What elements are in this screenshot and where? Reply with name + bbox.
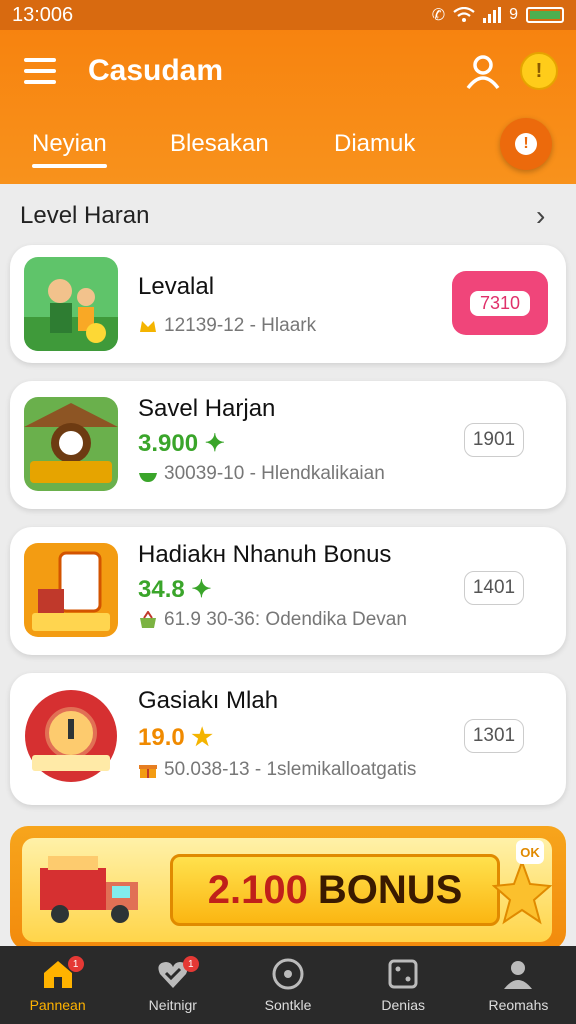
battery-icon [526,7,564,23]
nav-label: Reomahs [488,997,549,1013]
bonus-plate: 2.100 BONUS [170,854,500,926]
alert-icon: ! [515,133,537,155]
user-icon[interactable] [464,52,502,90]
card-meta-text: 61.9 30-36: Odendika Devan [164,609,407,630]
signal-icon [483,7,502,23]
card-value: 34.8 ✦ [138,575,212,604]
app-header: Casudam ! Neyian Blesakan Diamuk ! [0,30,576,184]
game-thumbnail [24,543,118,637]
card-action-button[interactable]: 7310 [452,271,548,335]
card-meta: 30039-10 - Hlendkalikaian [138,463,385,485]
nav-item-neitnigr[interactable]: 1 Neitnigr [115,946,230,1024]
bonus-amount: 2.100 [207,867,308,912]
star-icon: ★ [184,724,213,751]
status-time: 13:006 [12,3,74,26]
card-meta-text: 12139-12 - Hlaark [164,315,317,336]
card-meta-text: 50.038-13 - 1slemikalloatgatis [164,759,417,780]
nav-label: Neitnigr [148,997,197,1013]
card-title: Savel Harjan [138,395,276,422]
chevron-right-icon[interactable]: › [536,200,545,232]
card-value-text: 19.0 [138,724,185,751]
card-action-label: 7310 [469,290,531,316]
star-icon: ✦ [198,430,225,457]
list-item[interactable]: Savel Harjan 3.900 ✦ 30039-10 - Hlendkal… [10,381,566,509]
nav-label: Denias [381,997,425,1013]
card-value-text: 34.8 [138,576,185,603]
target-icon [272,958,304,990]
wifi-icon [453,7,475,22]
battery-percent: 9 [509,6,518,23]
coin-icon[interactable]: ! [520,52,558,90]
profile-icon [504,961,533,989]
notification-badge: 1 [182,956,199,972]
card-value: 3.900 ✦ [138,429,225,458]
tab-diamuk[interactable]: Diamuk [334,130,415,158]
truck-icon [40,856,138,923]
card-action-button[interactable]: 1901 [464,423,524,457]
card-value: 19.0 ★ [138,723,213,752]
gift-icon [139,765,157,778]
crown-icon [140,321,156,332]
card-title: Gasiakı Mlah [138,687,279,714]
list-item[interactable]: Gasiakı Mlah 19.0 ★ 50.038-13 - 1slemika… [10,673,566,805]
card-meta-text: 30039-10 - Hlendkalikaian [164,463,385,484]
card-meta: 50.038-13 - 1slemikalloatgatis [138,759,416,781]
game-thumbnail [24,257,118,351]
card-title: Levalal [138,273,215,300]
star-icon: ✦ [184,576,212,603]
bonus-banner[interactable]: 2.100 BONUS OK [10,826,566,950]
bonus-banner-inner: 2.100 BONUS [22,838,552,942]
game-thumbnail [25,690,117,782]
notification-badge: 1 [67,956,84,972]
bowl-icon [139,473,157,482]
card-action-button[interactable]: 1401 [464,571,524,605]
list-item[interactable]: Levalal 12139-12 - Hlaark 7310 [10,245,566,363]
card-action-button[interactable]: 1301 [464,719,524,753]
banner-close-button[interactable]: OK [516,840,544,864]
card-value-text: 3.900 [138,430,199,457]
star-icon [492,860,552,925]
nav-label: Pannean [29,997,86,1013]
nav-item-reomahs[interactable]: Reomahs [461,946,576,1024]
card-meta: 61.9 30-36: Odendika Devan [138,609,407,631]
tab-blesakan[interactable]: Blesakan [170,130,269,158]
tab-neyian[interactable]: Neyian [32,130,107,168]
hamburger-menu-icon[interactable] [24,58,56,84]
status-bar: 13:006 ✆ 9 [0,0,576,30]
nav-item-sontkle[interactable]: Sontkle [230,946,345,1024]
list-item[interactable]: Hadiakн Nhanuh Bonus 34.8 ✦ 61.9 30-36: … [10,527,566,655]
bonus-label: BONUS [317,867,463,912]
card-title: Hadiakн Nhanuh Bonus [138,541,392,568]
status-icons: ✆ 9 [432,5,564,25]
dice-icon [388,959,418,989]
nav-label: Sontkle [264,997,312,1013]
nav-item-denias[interactable]: Denias [346,946,461,1024]
bottom-nav: 1 Pannean 1 Neitnigr Sontkle Denias Reom… [0,946,576,1024]
basket-icon [140,611,156,628]
card-meta: 12139-12 - Hlaark [138,315,316,337]
game-thumbnail [24,397,118,491]
alert-button[interactable]: ! [500,118,552,170]
section-title: Level Haran [20,202,150,229]
app-title: Casudam [88,54,224,87]
vibrate-icon: ✆ [431,7,446,24]
nav-item-pannean[interactable]: 1 Pannean [0,946,115,1024]
